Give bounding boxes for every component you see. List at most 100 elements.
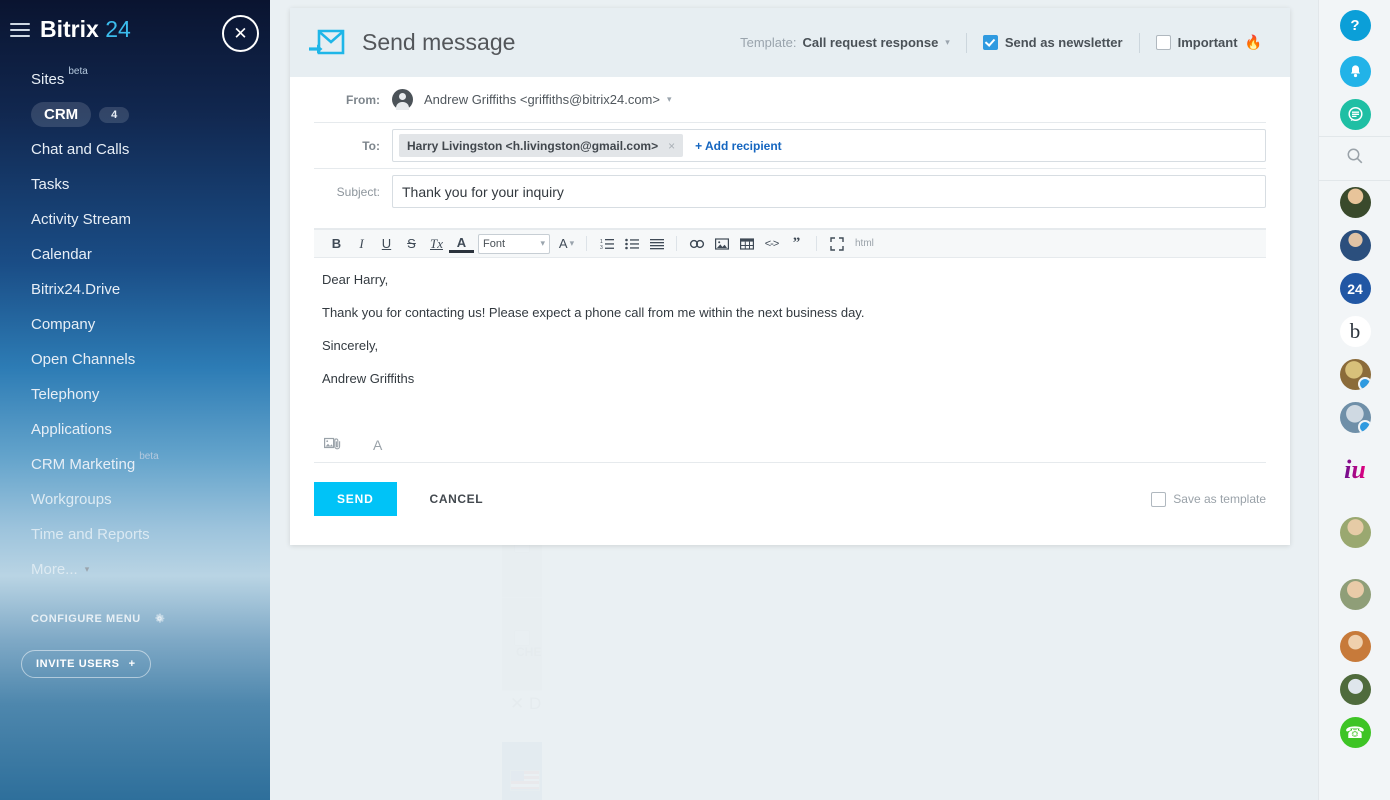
recipient-chip-label: Harry Livingston <h.livingston@gmail.com… <box>407 138 659 153</box>
right-rail: ? 24 b iu ☎ <box>1318 0 1390 800</box>
recipient-chip[interactable]: Harry Livingston <h.livingston@gmail.com… <box>399 134 684 157</box>
sidebar-item-sites[interactable]: Sites beta <box>0 62 270 97</box>
template-selector[interactable]: Template: Call request response ▾ <box>724 33 966 53</box>
close-modal-button[interactable]: ✕ <box>222 15 259 52</box>
clear-format-button[interactable]: Tx <box>424 233 449 255</box>
table-button[interactable] <box>734 233 759 255</box>
to-row: To: Harry Livingston <h.livingston@gmail… <box>314 123 1266 169</box>
message-body[interactable]: Dear Harry, Thank you for contacting us!… <box>314 258 1266 428</box>
iu-app-button[interactable]: iu <box>1319 439 1390 501</box>
help-icon: ? <box>1339 9 1371 41</box>
sidebar-item-drive[interactable]: Bitrix24.Drive <box>0 272 270 307</box>
message-paragraph: Sincerely, <box>322 337 379 353</box>
underline-button[interactable]: U <box>374 233 399 255</box>
sidebar-item-more[interactable]: More... ▾ <box>0 552 270 587</box>
sidebar-item-chat-and-calls[interactable]: Chat and Calls <box>0 132 270 167</box>
b-app-button[interactable]: b <box>1319 310 1390 353</box>
fullscreen-button[interactable] <box>824 233 849 255</box>
avatar <box>1339 187 1371 218</box>
template-value: Call request response <box>802 35 939 50</box>
divider <box>586 236 587 251</box>
user-avatar-button[interactable] <box>1319 625 1390 668</box>
text-color-button[interactable]: A <box>449 235 474 253</box>
search-button[interactable] <box>1319 137 1390 180</box>
sidebar-item-workgroups[interactable]: Workgroups <box>0 482 270 517</box>
sidebar-item-label: Chat and Calls <box>31 141 130 158</box>
sidebar-item-telephony[interactable]: Telephony <box>0 377 270 412</box>
cancel-button[interactable]: CANCEL <box>424 491 490 507</box>
sidebar-item-crm[interactable]: CRM 4 <box>0 97 270 132</box>
bulleted-list-button[interactable] <box>619 233 644 255</box>
html-mode-button[interactable]: html <box>855 238 874 249</box>
checkbox-icon <box>982 35 998 50</box>
status-badge <box>1357 377 1371 390</box>
add-recipient-button[interactable]: + Add recipient <box>695 139 782 153</box>
link-icon <box>689 239 704 248</box>
strikethrough-button[interactable]: S <box>399 233 424 255</box>
important-checkbox[interactable]: Important 🔥 <box>1140 33 1278 53</box>
to-input[interactable]: Harry Livingston <h.livingston@gmail.com… <box>392 129 1266 162</box>
save-as-template-checkbox[interactable]: Save as template <box>1151 491 1266 507</box>
subject-row: Subject: Thank you for your inquiry <box>314 169 1266 214</box>
help-button[interactable]: ? <box>1319 0 1390 50</box>
phone-icon: ☎ <box>1339 717 1371 748</box>
link-button[interactable] <box>684 233 709 255</box>
avatar <box>1339 516 1371 548</box>
sidebar-item-tasks[interactable]: Tasks <box>0 167 270 202</box>
from-label: From: <box>346 92 380 107</box>
sidebar-item-label: Telephony <box>31 386 100 403</box>
iu-logo-icon: iu <box>1344 455 1366 484</box>
message-paragraph: Dear Harry, <box>322 272 389 287</box>
quote-button[interactable]: ” <box>784 233 809 255</box>
bell-icon <box>1339 56 1371 87</box>
chevron-down-icon: ▾ <box>84 564 90 574</box>
chevron-down-icon[interactable]: ▾ <box>667 94 672 105</box>
dialog-actions: SEND CANCEL Save as template <box>314 462 1266 535</box>
user-avatar-button[interactable] <box>1319 181 1390 224</box>
source-code-button[interactable]: <-> <box>759 233 784 255</box>
fullscreen-icon <box>829 236 844 251</box>
ordered-list-button[interactable]: 13 <box>594 233 619 255</box>
user-avatar-button[interactable] <box>1319 224 1390 267</box>
avatar <box>1339 230 1371 261</box>
messenger-button[interactable] <box>1319 93 1390 136</box>
user-avatar-button[interactable] <box>1319 396 1390 439</box>
remove-recipient-icon[interactable]: × <box>668 139 675 153</box>
sidebar-item-time-and-reports[interactable]: Time and Reports <box>0 517 270 552</box>
sidebar-item-label: CRM Marketing <box>31 456 136 473</box>
call-button[interactable]: ☎ <box>1319 711 1390 754</box>
send-button[interactable]: SEND <box>314 482 397 516</box>
user-avatar-button[interactable] <box>1319 501 1390 563</box>
menu-burger-icon[interactable] <box>10 22 30 37</box>
font-style-button[interactable]: A <box>373 437 382 453</box>
sidebar-item-label: Company <box>31 316 96 333</box>
user-avatar-button[interactable] <box>1319 668 1390 711</box>
notifications-button[interactable] <box>1319 50 1390 93</box>
configure-menu-button[interactable]: CONFIGURE MENU <box>31 612 166 625</box>
bold-button[interactable]: B <box>324 233 349 255</box>
font-family-select[interactable]: Font ▾ <box>478 233 550 254</box>
bitrix24-badge-icon: 24 <box>1339 273 1371 304</box>
sidebar-item-applications[interactable]: Applications <box>0 412 270 447</box>
attach-file-button[interactable] <box>324 437 341 453</box>
image-button[interactable] <box>709 233 734 255</box>
sidebar-item-company[interactable]: Company <box>0 307 270 342</box>
status-badge <box>1357 420 1371 433</box>
invite-users-button[interactable]: INVITE USERS + <box>21 650 151 678</box>
sidebar-item-crm-marketing[interactable]: CRM Marketing beta <box>0 447 270 482</box>
send-as-newsletter-checkbox[interactable]: Send as newsletter <box>967 33 1139 53</box>
user-avatar-button[interactable] <box>1319 353 1390 396</box>
sidebar-item-label: Time and Reports <box>31 526 150 543</box>
sidebar-item-open-channels[interactable]: Open Channels <box>0 342 270 377</box>
align-button[interactable] <box>644 233 669 255</box>
sidebar-item-activity-stream[interactable]: Activity Stream <box>0 202 270 237</box>
italic-button[interactable]: I <box>349 233 374 255</box>
sidebar-item-calendar[interactable]: Calendar <box>0 237 270 272</box>
font-size-button[interactable]: A ▾ <box>554 233 579 255</box>
app-logo[interactable]: Bitrix 24 <box>10 16 131 43</box>
subject-label: Subject: <box>336 184 380 199</box>
subject-input[interactable]: Thank you for your inquiry <box>392 175 1266 208</box>
bitrix24-button[interactable]: 24 <box>1319 267 1390 310</box>
editor-toolbar: B I U S Tx A Font ▾ A ▾ 13 <-> ” html <box>314 229 1266 258</box>
user-avatar-button[interactable] <box>1319 563 1390 625</box>
